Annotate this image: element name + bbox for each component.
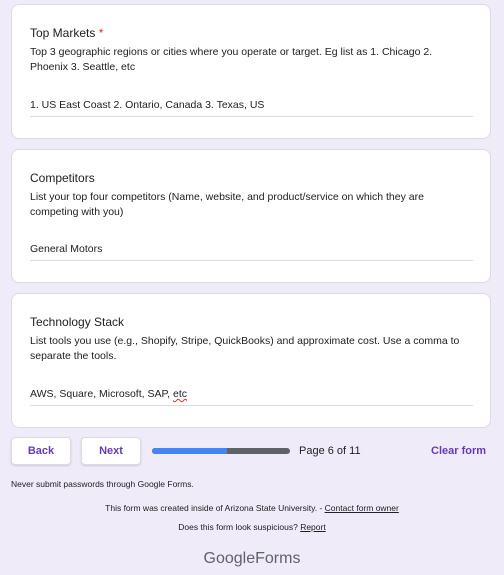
question-title-text: Top Markets	[30, 26, 96, 40]
question-description: List your top four competitors (Name, we…	[30, 191, 424, 218]
google-forms-logo[interactable]: GoogleForms	[0, 550, 504, 568]
question-title: Technology Stack	[30, 315, 125, 329]
progress-bar-fill	[152, 448, 228, 454]
report-link[interactable]: Report	[300, 522, 326, 532]
question-description: Top 3 geographic regions or cities where…	[30, 46, 433, 73]
page-indicator: Page 6 of 11	[299, 445, 361, 457]
progress-bar	[152, 448, 290, 454]
answer-input[interactable]: 1. US East Coast 2. Ontario, Canada 3. T…	[30, 98, 473, 117]
clear-form-button[interactable]: Clear form	[431, 445, 486, 457]
brand-forms: Forms	[255, 550, 301, 567]
question-card-technology-stack: Technology Stack List tools you use (e.g…	[11, 293, 491, 428]
contact-owner-link[interactable]: Contact form owner	[325, 503, 399, 513]
question-card-competitors: Competitors List your top four competito…	[11, 149, 491, 283]
created-inside-notice: This form was created inside of Arizona …	[0, 503, 504, 513]
answer-text: AWS, Square, Microsoft, SAP,	[30, 388, 173, 400]
question-description: List tools you use (e.g., Shopify, Strip…	[30, 335, 460, 362]
brand-google: Google	[203, 550, 256, 567]
next-button[interactable]: Next	[81, 437, 141, 465]
answer-input[interactable]: General Motors	[30, 242, 473, 261]
misspelled-word: etc	[172, 388, 187, 400]
question-title: Top Markets *	[30, 26, 103, 40]
created-text: This form was created inside of Arizona …	[105, 503, 325, 513]
question-title: Competitors	[30, 171, 95, 185]
password-warning: Never submit passwords through Google Fo…	[11, 479, 194, 489]
suspicious-text: Does this form look suspicious?	[178, 522, 301, 532]
back-button[interactable]: Back	[11, 437, 71, 465]
required-asterisk: *	[98, 26, 104, 40]
suspicious-notice: Does this form look suspicious? Report	[0, 522, 504, 532]
question-card-top-markets: Top Markets * Top 3 geographic regions o…	[11, 4, 491, 139]
answer-input[interactable]: AWS, Square, Microsoft, SAP, etc	[30, 387, 473, 406]
